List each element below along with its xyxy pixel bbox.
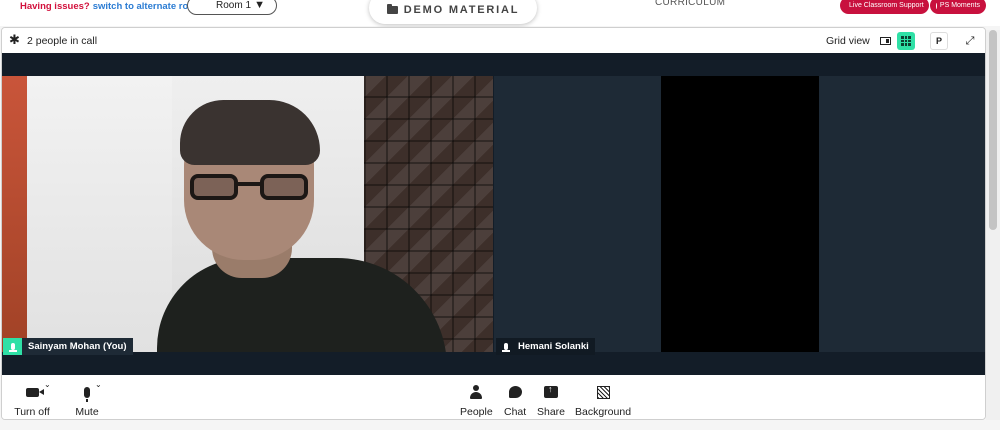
chat-bubble-icon xyxy=(508,386,522,398)
person-torso xyxy=(157,258,447,352)
camera-toggle-button[interactable]: ⌄ Turn off xyxy=(13,380,51,418)
top-bar: Having issues? switch to alternate room R… xyxy=(0,0,1000,26)
ps-moments-button[interactable]: PS Moments xyxy=(930,0,986,14)
background-label: Background xyxy=(575,406,632,418)
grid-layout-icon xyxy=(901,36,911,46)
share-screen-icon xyxy=(544,384,559,398)
settings-gear-icon[interactable]: ✱ xyxy=(9,33,20,47)
microphone-icon xyxy=(84,386,90,402)
mic-active-icon xyxy=(3,338,22,355)
chevron-down-icon[interactable]: ⌄ xyxy=(44,380,51,389)
people-label: People xyxy=(460,406,493,418)
background-button[interactable]: Background xyxy=(575,382,631,418)
issues-text: Having issues? xyxy=(20,1,90,12)
glasses-bridge xyxy=(236,182,262,186)
people-icon xyxy=(469,385,483,399)
sidebar-layout-icon xyxy=(879,37,891,45)
pin-button[interactable]: P xyxy=(930,32,948,50)
demo-material-label: DEMO MATERIAL xyxy=(403,4,520,16)
camera-icon xyxy=(25,387,44,397)
glasses-lens-left xyxy=(190,174,238,200)
share-label: Share xyxy=(537,406,566,418)
page-scrollbar[interactable] xyxy=(986,30,1000,430)
issues-notice: Having issues? switch to alternate room xyxy=(20,1,203,12)
chat-label: Chat xyxy=(504,406,527,418)
person-glasses xyxy=(190,174,310,202)
gear-icon xyxy=(936,2,937,9)
caret-down-icon: ▼ xyxy=(254,0,265,11)
people-button[interactable]: People xyxy=(460,382,493,418)
share-button[interactable]: Share xyxy=(537,382,565,418)
mute-button[interactable]: ⌄ Mute xyxy=(70,380,104,418)
video-call-panel: ✱ 2 people in call Grid view P ⤢ Sainyam… xyxy=(1,27,986,420)
self-video-tile[interactable] xyxy=(2,76,493,352)
live-support-label: Live Classroom Support xyxy=(849,2,924,9)
page-footer xyxy=(0,420,1000,430)
call-header: ✱ 2 people in call Grid view P ⤢ xyxy=(2,28,985,53)
folder-icon xyxy=(386,4,398,14)
people-count: 2 people in call xyxy=(27,35,98,47)
curriculum-link[interactable]: CURRICULUM xyxy=(655,0,725,8)
call-toolbar: ⌄ Turn off ⌄ Mute People Chat Share Back… xyxy=(2,375,985,419)
live-classroom-support-button[interactable]: Live Classroom Support xyxy=(840,0,929,14)
self-name: Sainyam Mohan (You) xyxy=(28,341,127,352)
scrollbar-thumb[interactable] xyxy=(989,30,997,230)
glasses-lens-right xyxy=(260,174,308,200)
participant-name-tag: Hemani Solanki xyxy=(496,338,595,355)
participant-video xyxy=(142,98,447,352)
camera-label: Turn off xyxy=(14,406,50,418)
chevron-down-icon[interactable]: ⌄ xyxy=(95,380,102,389)
ps-moments-label: PS Moments xyxy=(939,2,980,9)
fullscreen-icon[interactable]: ⤢ xyxy=(961,32,979,50)
alternate-room-link[interactable]: switch to alternate room xyxy=(93,1,203,12)
mute-label: Mute xyxy=(75,406,99,418)
sidebar-view-button[interactable] xyxy=(876,32,894,50)
room-select[interactable]: Room 1 ▼ xyxy=(187,0,277,15)
grid-view-button[interactable] xyxy=(897,32,915,50)
mic-icon xyxy=(496,338,516,355)
participant-video-tile[interactable] xyxy=(494,76,985,352)
background-icon xyxy=(596,385,610,399)
room-select-value: Room 1 xyxy=(216,0,252,11)
self-name-tag: Sainyam Mohan (You) xyxy=(3,338,133,355)
chat-button[interactable]: Chat xyxy=(504,382,526,418)
demo-material-button[interactable]: DEMO MATERIAL xyxy=(369,0,537,24)
participant-video-feed xyxy=(661,76,819,352)
background-wall-left xyxy=(2,76,27,352)
video-stage: Sainyam Mohan (You) Hemani Solanki xyxy=(2,53,985,375)
view-mode-label: Grid view xyxy=(826,35,870,47)
participant-name: Hemani Solanki xyxy=(518,341,589,352)
person-hair xyxy=(180,100,320,165)
